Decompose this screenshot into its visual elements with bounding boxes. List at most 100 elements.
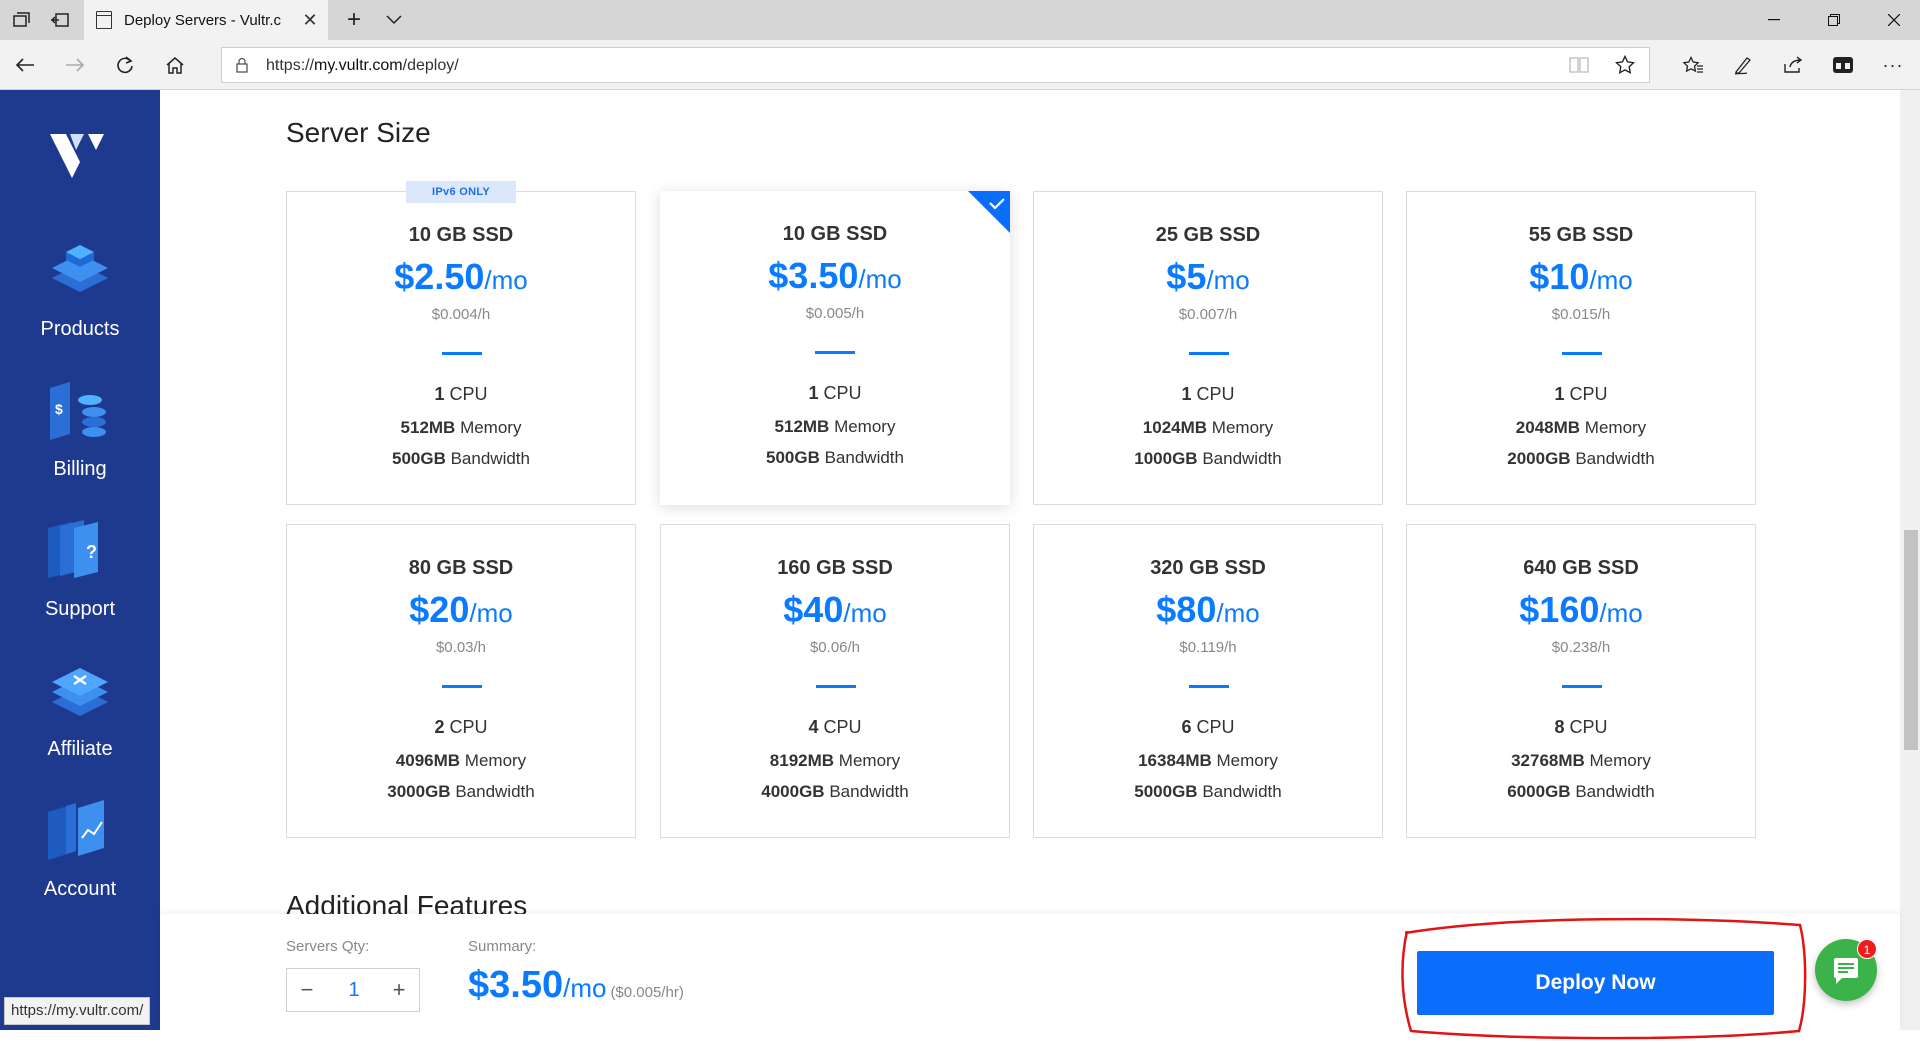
card-bandwidth: 6000GB Bandwidth: [1507, 782, 1655, 801]
card-price: $10/mo: [1529, 256, 1633, 297]
sidebar-item-account[interactable]: Account: [0, 798, 160, 918]
card-memory: 32768MB Memory: [1511, 751, 1651, 770]
server-size-card[interactable]: 320 GB SSD $80/mo $0.119/h 6 CPU 16384MB…: [1033, 524, 1383, 838]
card-hourly: $0.238/h: [1551, 639, 1611, 656]
server-size-card-selected[interactable]: 10 GB SSD $3.50/mo $0.005/h 1 CPU 512MB …: [660, 191, 1010, 505]
close-tab-icon[interactable]: ✕: [300, 10, 320, 30]
card-bandwidth: 2000GB Bandwidth: [1507, 449, 1655, 468]
page-icon: [96, 11, 112, 29]
card-hourly: $0.03/h: [435, 639, 487, 656]
card-cpu: 1 CPU: [1181, 384, 1235, 404]
server-size-card[interactable]: 55 GB SSD $10/mo $0.015/h 1 CPU 2048MB M…: [1406, 191, 1756, 505]
minimize-icon[interactable]: [1744, 0, 1804, 40]
qty-value[interactable]: 1: [327, 979, 381, 1002]
server-size-card[interactable]: 25 GB SSD $5/mo $0.007/h 1 CPU 1024MB Me…: [1033, 191, 1383, 505]
sidebar-label-support: Support: [44, 598, 116, 620]
vultr-logo[interactable]: [48, 132, 108, 184]
card-price: $40/mo: [783, 589, 887, 630]
tab-manager-icon[interactable]: [4, 4, 40, 36]
card-hourly: $0.004/h: [431, 306, 491, 323]
card-cpu: 8 CPU: [1554, 717, 1608, 737]
server-size-card[interactable]: IPv6 ONLY 10 GB SSD $2.50/mo $0.004/h 1 …: [286, 181, 636, 505]
card-hourly: $0.007/h: [1178, 306, 1238, 323]
servers-qty-stepper: − 1 +: [286, 968, 420, 1012]
notes-pen-icon[interactable]: [1726, 49, 1760, 81]
card-cpu: 1 CPU: [1554, 384, 1608, 404]
back-icon[interactable]: [8, 49, 42, 81]
sidebar-label-account: Account: [43, 878, 117, 900]
sidebar-item-affiliate[interactable]: Affiliate: [0, 658, 160, 778]
card-price: $2.50/mo: [394, 256, 528, 297]
card-price: $160/mo: [1519, 589, 1643, 630]
affiliate-icon: [52, 668, 108, 716]
browser-titlebar: Deploy Servers - Vultr.c ✕ +: [0, 0, 1920, 40]
forward-icon[interactable]: [58, 49, 92, 81]
card-cpu: 2 CPU: [434, 717, 488, 737]
card-cpu: 1 CPU: [808, 383, 862, 403]
sidebar-label-billing: Billing: [53, 458, 107, 480]
lock-icon: [236, 57, 248, 73]
main-content: Server Size IPv6 ONLY 10 GB SSD $2.50/mo…: [160, 90, 1900, 1030]
card-memory: 1024MB Memory: [1142, 418, 1274, 437]
card-storage: 55 GB SSD: [1528, 224, 1634, 246]
card-hourly: $0.015/h: [1551, 306, 1611, 323]
summary-price: $3.50/mo ($0.005/hr): [468, 964, 684, 1006]
products-icon: [52, 245, 108, 292]
scrollbar-thumb[interactable]: [1904, 530, 1918, 750]
close-window-icon[interactable]: [1864, 0, 1920, 40]
card-cpu: 6 CPU: [1181, 717, 1235, 737]
restore-icon[interactable]: [1804, 0, 1864, 40]
account-icon: [48, 800, 104, 860]
deploy-now-button[interactable]: Deploy Now: [1417, 951, 1774, 1015]
browser-navbar: https://my.vultr.com/deploy/ ···: [0, 40, 1920, 90]
browser-tab[interactable]: Deploy Servers - Vultr.c ✕: [84, 0, 328, 40]
servers-qty-label: Servers Qty:: [286, 938, 370, 955]
new-tab-icon[interactable]: +: [336, 4, 372, 36]
card-divider: [815, 351, 855, 354]
card-divider: [1189, 685, 1229, 688]
card-bandwidth: 1000GB Bandwidth: [1134, 449, 1282, 468]
card-hourly: $0.005/h: [805, 305, 865, 322]
refresh-icon[interactable]: [108, 49, 142, 81]
page-scrollbar[interactable]: [1900, 90, 1920, 1030]
card-divider: [442, 685, 482, 688]
reading-view-icon[interactable]: [1569, 56, 1589, 79]
qty-decrease-button[interactable]: −: [293, 977, 321, 1005]
card-memory: 4096MB Memory: [395, 751, 527, 770]
qty-increase-button[interactable]: +: [385, 977, 413, 1005]
server-size-card[interactable]: 640 GB SSD $160/mo $0.238/h 8 CPU 32768M…: [1406, 524, 1756, 838]
share-icon[interactable]: [1776, 49, 1810, 81]
address-bar[interactable]: https://my.vultr.com/deploy/: [221, 47, 1650, 83]
tab-title: Deploy Servers - Vultr.c: [124, 11, 281, 29]
tab-list-chevron-icon[interactable]: [376, 4, 412, 36]
deploy-bar: Servers Qty: − 1 + Summary: $3.50/mo ($0.…: [160, 914, 1900, 1030]
card-storage: 10 GB SSD: [408, 224, 514, 246]
home-icon[interactable]: [158, 49, 192, 81]
server-size-card[interactable]: 160 GB SSD $40/mo $0.06/h 4 CPU 8192MB M…: [660, 524, 1010, 838]
extension-icon[interactable]: [1826, 49, 1860, 81]
sidebar-item-billing[interactable]: $ Billing: [0, 378, 160, 498]
card-price: $20/mo: [409, 589, 513, 630]
favorites-icon[interactable]: [1676, 49, 1710, 81]
url-text: https://my.vultr.com/deploy/: [266, 57, 459, 74]
card-price: $3.50/mo: [768, 255, 902, 296]
more-menu-icon[interactable]: ···: [1876, 49, 1910, 81]
card-memory: 16384MB Memory: [1138, 751, 1278, 770]
sidebar-item-support[interactable]: ? Support: [0, 518, 160, 638]
card-memory: 2048MB Memory: [1515, 418, 1647, 437]
sidebar-label-products: Products: [40, 318, 120, 340]
set-aside-tabs-icon[interactable]: [42, 4, 78, 36]
card-hourly: $0.119/h: [1179, 639, 1237, 656]
card-divider: [1562, 685, 1602, 688]
card-storage: 160 GB SSD: [777, 557, 893, 579]
card-memory: 512MB Memory: [774, 417, 896, 436]
card-price: $5/mo: [1166, 256, 1250, 297]
svg-text:?: ?: [86, 542, 97, 562]
server-size-title: Server Size: [286, 117, 431, 148]
sidebar: Products $ Billing ? Support Affiliate A…: [0, 90, 160, 1030]
sidebar-item-products[interactable]: Products: [0, 238, 160, 358]
chat-notification-badge: 1: [1857, 939, 1877, 959]
server-size-card[interactable]: 80 GB SSD $20/mo $0.03/h 2 CPU 4096MB Me…: [286, 524, 636, 838]
card-storage: 25 GB SSD: [1155, 224, 1261, 246]
favorite-star-icon[interactable]: [1614, 54, 1636, 80]
